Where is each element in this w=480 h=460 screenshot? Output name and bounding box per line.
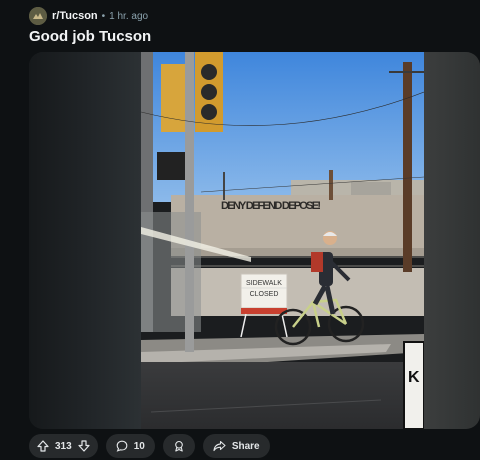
share-button[interactable]: Share xyxy=(202,434,270,458)
post-time: 1 hr. ago xyxy=(109,10,149,22)
share-label: Share xyxy=(231,440,260,452)
meta-separator: • xyxy=(101,10,106,22)
downvote-icon[interactable] xyxy=(78,440,90,452)
award-icon xyxy=(174,440,183,452)
subreddit-icon xyxy=(29,7,47,25)
comment-count: 10 xyxy=(133,440,145,452)
vote-count: 313 xyxy=(55,440,72,452)
vote-control: 313 xyxy=(29,434,98,458)
post-media[interactable]: DENY DEFEND DEPOSE! SIDEWALK CLOSED K xyxy=(29,52,480,429)
media-blur-right xyxy=(424,52,480,429)
post-actions: 313 10 Share xyxy=(29,434,270,458)
upvote-icon[interactable] xyxy=(37,440,49,452)
subreddit-name[interactable]: r/Tucson xyxy=(52,10,98,22)
sidewalk-sign-line1: SIDEWALK xyxy=(246,280,282,287)
share-icon xyxy=(213,440,226,452)
post-image: DENY DEFEND DEPOSE! SIDEWALK CLOSED K xyxy=(141,52,424,429)
corner-sign: K xyxy=(408,369,420,386)
wall-graffiti: DENY DEFEND DEPOSE! xyxy=(221,200,321,212)
sidewalk-sign-line2: CLOSED xyxy=(250,291,279,298)
media-blur-left xyxy=(29,52,141,429)
post-title[interactable]: Good job Tucson xyxy=(29,28,151,45)
comment-icon xyxy=(116,440,128,452)
comments-button[interactable]: 10 xyxy=(105,434,155,458)
post-header: r/Tucson • 1 hr. ago xyxy=(29,6,148,26)
award-button[interactable] xyxy=(162,434,195,458)
subreddit-avatar[interactable] xyxy=(29,7,47,25)
